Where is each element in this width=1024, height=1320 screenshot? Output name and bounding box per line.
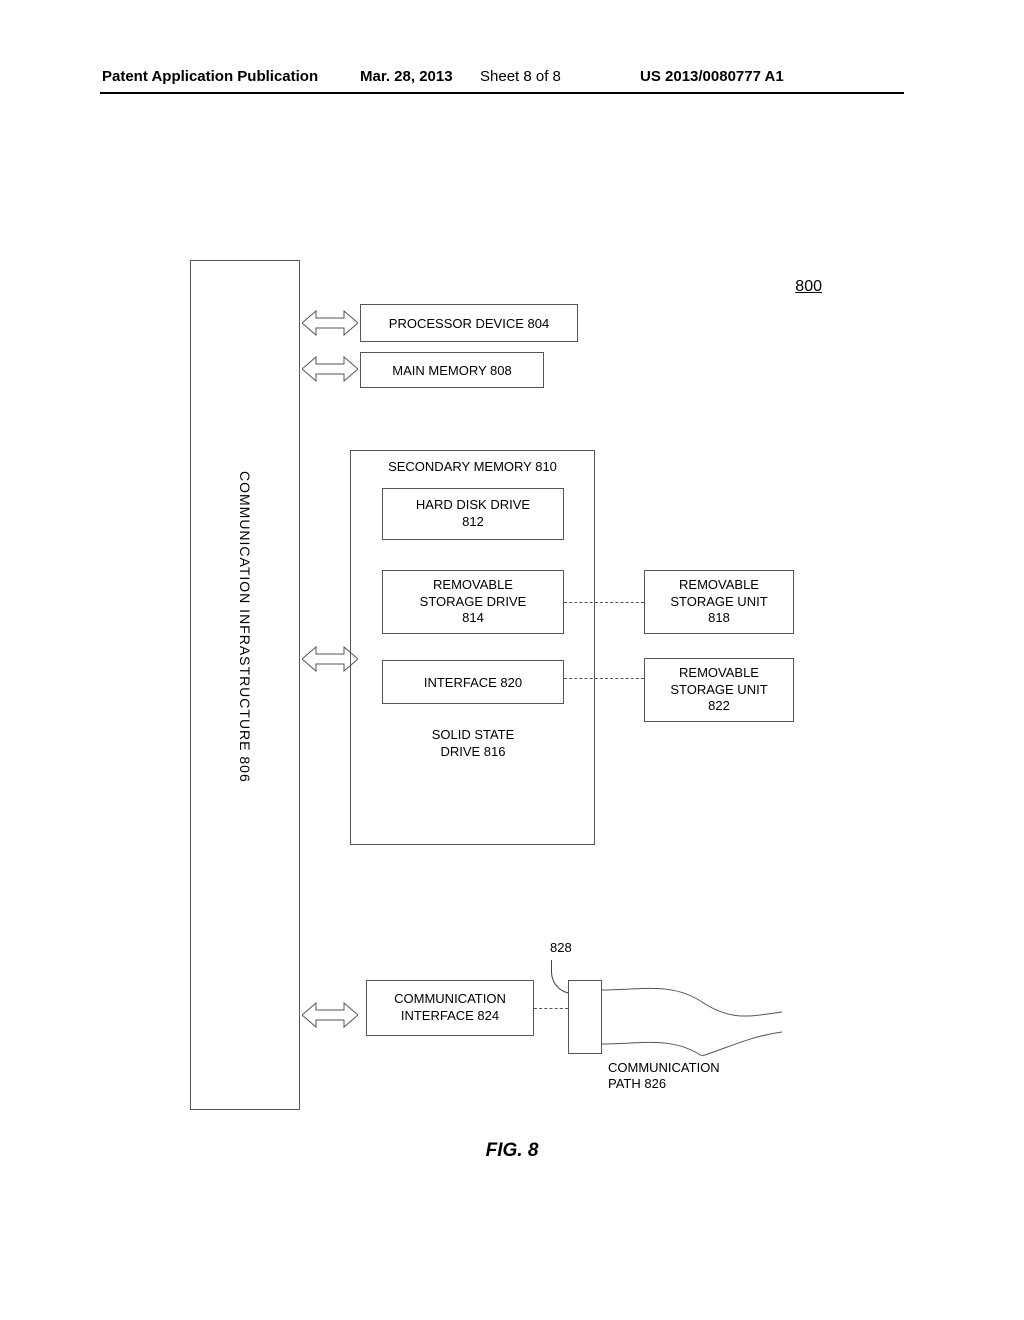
secondary-memory-title: SECONDARY MEMORY 810 (351, 459, 594, 474)
rsu1-line3: 818 (708, 610, 730, 627)
hdd-line2: 812 (462, 514, 484, 531)
ssd-line2: DRIVE 816 (440, 744, 505, 761)
header-publication: Patent Application Publication (102, 68, 318, 85)
dashed-connector-icon (534, 1008, 568, 1009)
rsu1-line2: STORAGE UNIT (670, 594, 767, 611)
comm-interface-block: COMMUNICATION INTERFACE 824 (366, 980, 534, 1036)
rsu2-line3: 822 (708, 698, 730, 715)
hdd-line1: HARD DISK DRIVE (416, 497, 530, 514)
diagram-area: 800 COMMUNICATION INFRASTRUCTURE 806 PRO… (190, 260, 840, 1110)
processor-label: PROCESSOR DEVICE 804 (389, 316, 549, 331)
rsu1-line1: REMOVABLE (679, 577, 759, 594)
header-sheet: Sheet 8 of 8 (480, 68, 561, 85)
header-rule (100, 92, 904, 94)
rsu2-line2: STORAGE UNIT (670, 682, 767, 699)
comm-path-wave-icon (602, 978, 782, 1056)
header-pubnum: US 2013/0080777 A1 (640, 68, 784, 85)
main-memory-block: MAIN MEMORY 808 (360, 352, 544, 388)
signal-node-828 (568, 980, 602, 1054)
comm-path-line2: PATH 826 (608, 1076, 720, 1092)
rsu2-line1: REMOVABLE (679, 665, 759, 682)
comm-path-line1: COMMUNICATION (608, 1060, 720, 1076)
ssd-line1: SOLID STATE (432, 727, 515, 744)
dashed-connector-icon (564, 602, 644, 603)
interface-label: INTERFACE 820 (424, 675, 522, 690)
removable-storage-unit-822-block: REMOVABLE STORAGE UNIT 822 (644, 658, 794, 722)
ref-828-label: 828 (550, 940, 572, 955)
header-date: Mar. 28, 2013 (360, 68, 453, 85)
figure-caption: FIG. 8 (0, 1140, 1024, 1162)
system-ref-label: 800 (795, 278, 822, 296)
dashed-connector-icon (564, 678, 644, 679)
comm-if-line2: INTERFACE 824 (401, 1008, 499, 1025)
bidir-arrow-icon (302, 998, 358, 1032)
comm-if-line1: COMMUNICATION (394, 991, 506, 1008)
main-memory-label: MAIN MEMORY 808 (392, 363, 511, 378)
removable-storage-drive-block: REMOVABLE STORAGE DRIVE 814 (382, 570, 564, 634)
rsd-line2: STORAGE DRIVE (420, 594, 527, 611)
comm-path-label: COMMUNICATION PATH 826 (608, 1060, 720, 1091)
removable-storage-unit-818-block: REMOVABLE STORAGE UNIT 818 (644, 570, 794, 634)
bidir-arrow-icon (302, 352, 358, 386)
ssd-block: SOLID STATE DRIVE 816 (382, 720, 564, 768)
interface-block: INTERFACE 820 (382, 660, 564, 704)
bidir-arrow-icon (302, 306, 358, 340)
comm-infrastructure-block: COMMUNICATION INFRASTRUCTURE 806 (190, 260, 300, 1110)
hdd-block: HARD DISK DRIVE 812 (382, 488, 564, 540)
rsd-line3: 814 (462, 610, 484, 627)
processor-block: PROCESSOR DEVICE 804 (360, 304, 578, 342)
rsd-line1: REMOVABLE (433, 577, 513, 594)
comm-infrastructure-label: COMMUNICATION INFRASTRUCTURE 806 (237, 471, 253, 783)
